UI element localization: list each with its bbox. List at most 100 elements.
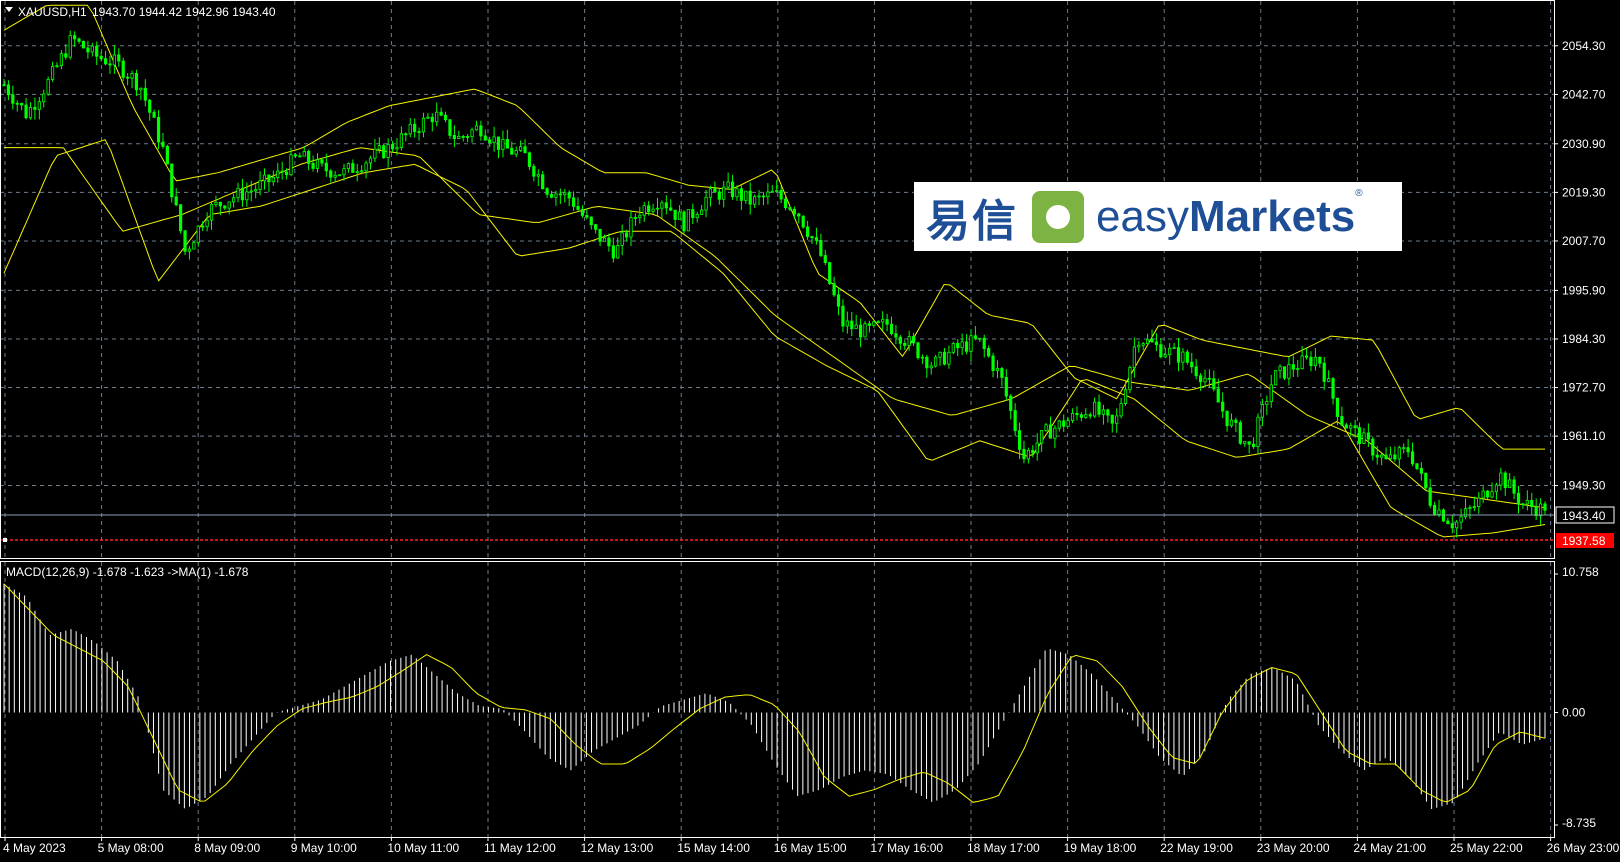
candle-body: [505, 139, 509, 149]
candle-body: [964, 341, 969, 352]
candle-body: [885, 319, 889, 325]
candle-body: [744, 190, 748, 201]
candle-body: [404, 133, 408, 136]
candle-body: [258, 180, 262, 190]
candle-body: [479, 125, 483, 137]
candle-body: [386, 144, 390, 158]
candle-body: [1101, 409, 1106, 415]
candle-body: [1322, 362, 1326, 382]
candle-body: [293, 154, 298, 157]
candle-body: [187, 248, 192, 252]
candle-body: [333, 174, 337, 178]
time-tick-label: 23 May 20:00: [1257, 841, 1330, 855]
candle-body: [1234, 419, 1238, 424]
candle-body: [271, 177, 275, 183]
candle-body: [214, 201, 218, 205]
candle-body: [1472, 506, 1476, 508]
logo-chinese-text: 易信: [926, 195, 1018, 247]
candle-body: [616, 245, 620, 259]
candle-body: [907, 336, 911, 346]
candle-body: [1309, 356, 1313, 367]
candle-body: [298, 155, 302, 158]
candle-body: [1362, 432, 1366, 444]
candle-body: [103, 58, 108, 65]
candle-body: [50, 66, 55, 80]
candle-body: [179, 204, 183, 232]
candle-body: [598, 228, 602, 242]
candle-body: [1009, 395, 1013, 411]
candle-body: [139, 87, 143, 91]
marked-level-handle[interactable]: [3, 538, 7, 542]
candle-body: [792, 208, 796, 215]
candle-body: [1066, 420, 1070, 427]
candle-body: [863, 323, 867, 338]
candle-body: [276, 170, 280, 178]
candle-body: [1203, 377, 1207, 383]
time-tick-label: 9 May 10:00: [291, 841, 357, 855]
candle-body: [629, 217, 633, 238]
candle-body: [1075, 413, 1079, 416]
candle-body: [956, 342, 960, 349]
time-tick-label: 12 May 13:00: [581, 841, 654, 855]
time-tick-label: 5 May 08:00: [98, 841, 164, 855]
candle-body: [929, 365, 933, 369]
candle-body: [443, 114, 448, 121]
candle-body: [1477, 497, 1481, 507]
candle-body: [1260, 404, 1265, 418]
candle-body: [624, 232, 629, 238]
candle-body: [1128, 367, 1132, 391]
macd-tick-label: 0.00: [1562, 706, 1586, 720]
candle-body: [1031, 449, 1035, 454]
price-tick-label: 1984.30: [1562, 332, 1606, 346]
logo-english-text: easyMarkets: [1096, 191, 1356, 241]
candle-body: [174, 196, 178, 206]
candle-body: [1146, 338, 1150, 345]
candle-body: [1508, 479, 1512, 489]
candle-body: [1017, 430, 1022, 450]
candle-body: [245, 191, 249, 201]
candle-body: [951, 342, 955, 353]
candle-body: [130, 73, 134, 79]
candle-body: [1093, 401, 1097, 417]
candle-body: [735, 188, 739, 198]
candle-body: [995, 367, 1000, 371]
candle-body: [59, 53, 64, 67]
candle-body: [1216, 388, 1220, 403]
candle-body: [1437, 509, 1441, 515]
candle-body: [1459, 516, 1463, 523]
candle-body: [492, 136, 496, 143]
candle-body: [461, 136, 465, 138]
candle-body: [788, 207, 792, 210]
candle-body: [470, 129, 474, 138]
candle-body: [660, 202, 664, 209]
candle-body: [669, 207, 673, 211]
candle-body: [1512, 479, 1516, 494]
candle-body: [686, 209, 690, 232]
candle-body: [311, 162, 315, 169]
candle-body: [1004, 377, 1008, 397]
candle-body: [571, 197, 576, 207]
candle-body: [1022, 448, 1026, 460]
candle-body: [558, 193, 562, 196]
candle-body: [1366, 432, 1370, 440]
candle-body: [1331, 378, 1335, 399]
candle-body: [457, 136, 461, 140]
candle-body: [355, 171, 359, 173]
candle-body: [700, 209, 704, 215]
candle-body: [426, 116, 430, 119]
candle-body: [1304, 355, 1309, 358]
candle-body: [987, 348, 991, 357]
price-tick-label: 1949.30: [1562, 479, 1606, 493]
candle-body: [1406, 447, 1410, 453]
candle-body: [510, 147, 514, 155]
candle-body: [916, 342, 920, 359]
candle-body: [1433, 504, 1437, 515]
trading-chart[interactable]: XAUUSD,H1 1943.70 1944.42 1942.96 1943.4…: [0, 0, 1620, 862]
candle-body: [324, 162, 328, 172]
candle-body: [1212, 378, 1216, 390]
candle-body: [1168, 347, 1172, 356]
candle-body: [1256, 416, 1260, 448]
candle-body: [1040, 430, 1044, 444]
candle-body: [1543, 503, 1547, 511]
candle-body: [417, 131, 421, 133]
